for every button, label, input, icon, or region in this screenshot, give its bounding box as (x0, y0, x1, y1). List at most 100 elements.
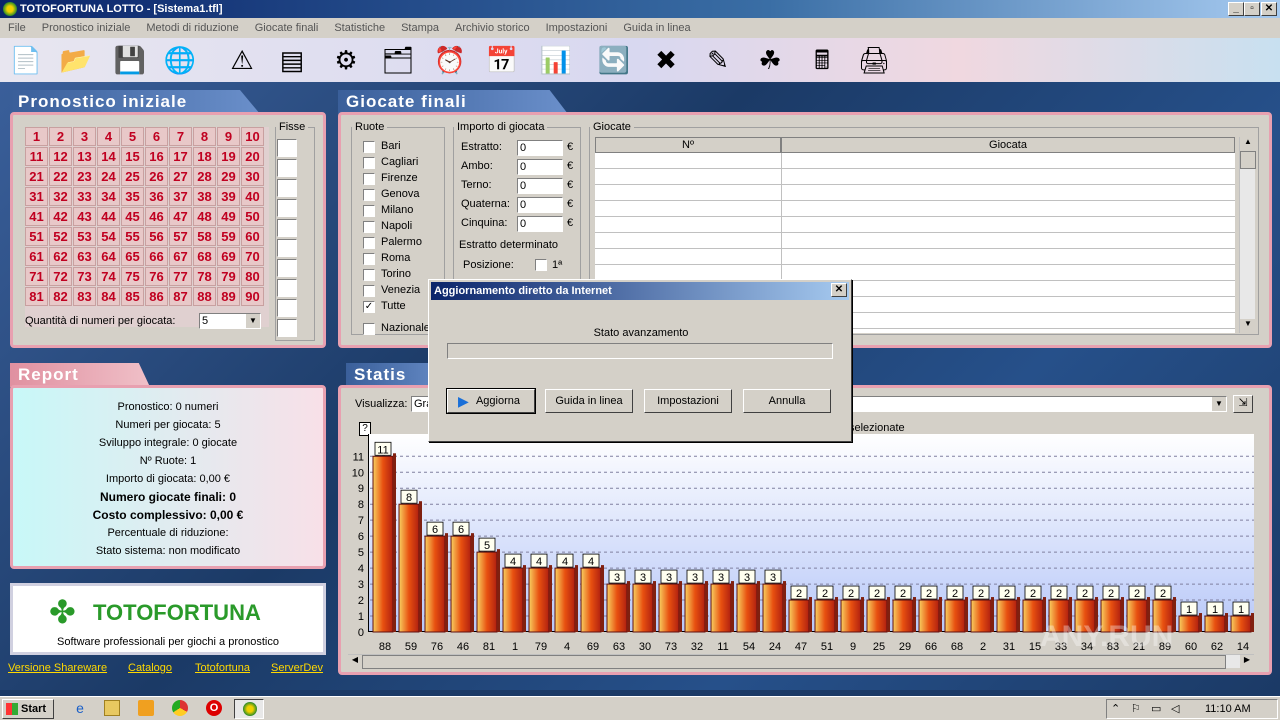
y-tick-label: 3 (358, 579, 364, 591)
x-tick-label: 14 (1237, 641, 1249, 653)
bar-value-label: 1 (1238, 604, 1244, 616)
bar-value-label: 2 (1134, 588, 1140, 600)
watermark: ANY.RUN (1040, 620, 1174, 653)
bar-value-label: 2 (1004, 588, 1010, 600)
start-button[interactable]: Start (2, 699, 54, 719)
dialog-button[interactable]: Impostazioni (644, 389, 732, 413)
network-icon[interactable]: ▭ (1151, 702, 1161, 715)
tray-expand-icon[interactable]: ⌃ (1111, 702, 1120, 715)
bar-value-label: 1 (1212, 604, 1218, 616)
bar-side (497, 549, 500, 632)
start-label: Start (21, 703, 47, 715)
bar-value-label: 2 (796, 588, 802, 600)
dialog-button-label: Impostazioni (657, 395, 719, 407)
volume-icon[interactable]: ◁ (1171, 702, 1179, 715)
bar-value-label: 3 (614, 572, 620, 584)
y-tick-label: 7 (358, 515, 364, 527)
bar-value-label: 2 (874, 588, 880, 600)
flag-icon[interactable]: ⚐ (1131, 702, 1141, 715)
dialog-button[interactable]: ▶ Aggiorna (446, 388, 536, 414)
y-tick-label: 9 (358, 483, 364, 495)
scroll-left-icon[interactable]: ◀ (348, 655, 362, 669)
bar-value-label: 11 (377, 444, 388, 456)
folder-icon[interactable] (104, 700, 120, 716)
x-tick-label: 69 (587, 641, 599, 653)
bar-value-label: 2 (822, 588, 828, 600)
bar-value-label: 3 (718, 572, 724, 584)
bar-value-label: 2 (1056, 588, 1062, 600)
bar (814, 599, 836, 633)
opera-icon[interactable]: O (206, 700, 222, 716)
ie-icon[interactable]: e (72, 700, 88, 716)
x-tick-label: 60 (1185, 641, 1197, 653)
x-tick-label: 63 (613, 641, 625, 653)
bar-side (1017, 597, 1020, 632)
bar-side (887, 597, 890, 632)
bar (398, 503, 420, 633)
bar (840, 599, 862, 633)
x-tick-label: 54 (743, 641, 755, 653)
x-tick-label: 81 (483, 641, 495, 653)
bar-value-label: 2 (1108, 588, 1114, 600)
x-tick-label: 24 (769, 641, 781, 653)
media-player-icon[interactable] (138, 700, 154, 716)
bar-side (419, 501, 422, 632)
bar-side (679, 581, 682, 632)
bar-side (549, 565, 552, 632)
bar-side (445, 533, 448, 632)
y-tick-label: 1 (358, 611, 364, 623)
x-tick-label: 79 (535, 641, 547, 653)
dialog-close-icon[interactable]: ✕ (831, 283, 847, 297)
system-tray: ⌃ ⚐ ▭ ◁ 11:10 AM (1106, 699, 1278, 719)
x-tick-label: 76 (431, 641, 443, 653)
bar-value-label: 2 (900, 588, 906, 600)
bar-side (965, 597, 968, 632)
bar-side (393, 453, 396, 632)
bar (788, 599, 810, 633)
scroll-right-icon[interactable]: ▶ (1240, 655, 1254, 669)
bar-value-label: 3 (692, 572, 698, 584)
bar-value-label: 3 (770, 572, 776, 584)
dialog-button[interactable]: Guida in linea (545, 389, 633, 413)
y-tick-label: 10 (352, 467, 364, 479)
x-tick-label: 25 (873, 641, 885, 653)
bar-side (523, 565, 526, 632)
play-icon: ▶ (458, 393, 469, 409)
bar-value-label: 3 (666, 572, 672, 584)
bar (866, 599, 888, 633)
y-tick-label: 5 (358, 547, 364, 559)
bar-side (861, 597, 864, 632)
taskbar-app-totofortuna[interactable] (234, 699, 264, 719)
bar-side (1199, 613, 1202, 632)
bar-value-label: 5 (484, 540, 490, 552)
x-tick-label: 29 (899, 641, 911, 653)
y-tick-label: 6 (358, 531, 364, 543)
bar-side (913, 597, 916, 632)
bar (1230, 615, 1252, 633)
bar-side (601, 565, 604, 632)
bar (736, 583, 758, 633)
bar (580, 567, 602, 633)
bar-value-label: 6 (458, 524, 464, 536)
app-icon (243, 702, 257, 716)
taskbar: Start e O ⌃ ⚐ ▭ ◁ 11:10 AM (0, 696, 1280, 720)
y-tick-label: 8 (358, 499, 364, 511)
bar (606, 583, 628, 633)
bar-value-label: 3 (640, 572, 646, 584)
x-tick-label: 88 (379, 641, 391, 653)
bar (762, 583, 784, 633)
bar-value-label: 2 (978, 588, 984, 600)
bar-value-label: 4 (536, 556, 542, 568)
scroll-h-thumb[interactable] (362, 655, 1226, 669)
x-tick-label: 1 (512, 641, 518, 653)
dialog-button[interactable]: Annulla (743, 389, 831, 413)
dialog-button-label: Guida in linea (555, 395, 623, 407)
dialog-button-label: Aggiorna (475, 395, 521, 407)
bar-value-label: 4 (562, 556, 568, 568)
bar-side (809, 597, 812, 632)
bar (528, 567, 550, 633)
bar-value-label: 8 (406, 492, 412, 504)
bar-side (1173, 597, 1176, 632)
chart-scrollbar[interactable]: ◀ ▶ (348, 654, 1254, 669)
chrome-icon[interactable] (172, 700, 188, 716)
